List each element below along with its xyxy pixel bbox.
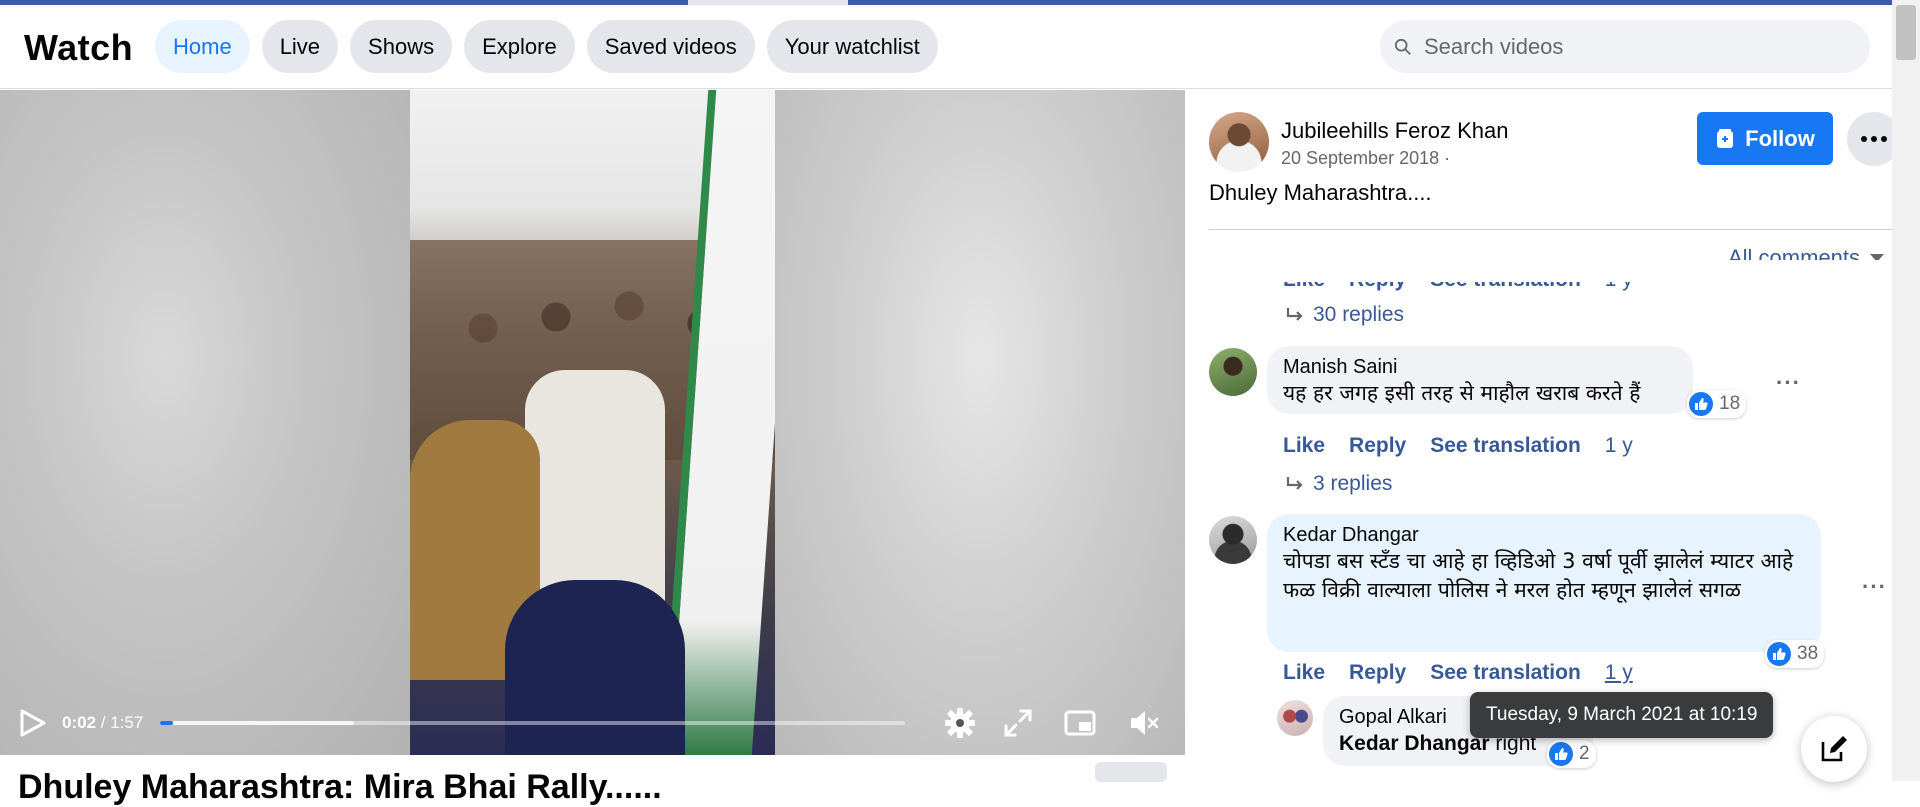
replies-link[interactable]: 30 replies — [1285, 303, 1404, 327]
replies-count: 3 replies — [1313, 472, 1393, 495]
search-box[interactable] — [1380, 20, 1870, 73]
follow-page-icon — [1717, 128, 1734, 148]
reply-link[interactable]: Reply — [1349, 661, 1406, 685]
settings-icon[interactable] — [944, 707, 976, 739]
more-options-button[interactable] — [1847, 112, 1892, 166]
timestamp-tooltip: Tuesday, 9 March 2021 at 10:19 — [1470, 692, 1774, 738]
author-name[interactable]: Jubileehills Feroz Khan — [1281, 118, 1508, 144]
comment-options-icon[interactable]: ··· — [1776, 370, 1801, 396]
replies-link[interactable]: 3 replies — [1285, 472, 1392, 496]
follow-label: Follow — [1745, 125, 1815, 151]
tab-live[interactable]: Live — [261, 20, 339, 73]
comment-actions: Like Reply See translation 1 y — [1283, 434, 1633, 458]
compose-icon — [1821, 736, 1847, 762]
scrollbar[interactable] — [1892, 0, 1920, 781]
play-icon[interactable] — [20, 709, 46, 737]
fullscreen-icon[interactable] — [1002, 707, 1034, 739]
reaction-count[interactable]: 18 — [1687, 390, 1747, 418]
search-input[interactable] — [1424, 33, 1844, 60]
reply-arrow-icon — [1286, 308, 1303, 321]
commenter-name[interactable]: Manish Saini — [1283, 356, 1677, 379]
post-date[interactable]: 20 September 2018 · — [1281, 148, 1450, 169]
video-player[interactable] — [0, 90, 1185, 755]
divider — [1209, 229, 1892, 230]
video-time: 0:02 / 1:57 — [62, 713, 143, 733]
tab-your-watchlist[interactable]: Your watchlist — [766, 20, 938, 73]
replies-count: 30 replies — [1313, 303, 1405, 326]
more-icon — [1861, 136, 1887, 142]
tab-home[interactable]: Home — [155, 20, 250, 73]
reply-link[interactable]: Reply — [1349, 434, 1406, 458]
comment-text: यह हर जगह इसी तरह से माहौल खराब करते हैं — [1283, 381, 1641, 405]
see-translation-link[interactable]: See translation — [1430, 661, 1581, 685]
like-reaction-icon — [1767, 642, 1791, 666]
commenter-avatar[interactable] — [1209, 516, 1257, 564]
video-title-action[interactable] — [1095, 762, 1167, 782]
seek-bar[interactable] — [160, 721, 905, 725]
like-reaction-icon — [1689, 392, 1713, 416]
comments-panel: Jubileehills Feroz Khan 20 September 201… — [1185, 90, 1892, 781]
reaction-number: 38 — [1797, 643, 1819, 664]
comment-text: चोपडा बस स्टँड चा आहे हा व्हिडिओ 3 वर्षा… — [1283, 549, 1794, 602]
new-message-button[interactable] — [1801, 716, 1867, 782]
reaction-number: 2 — [1579, 743, 1590, 764]
commenter-avatar[interactable] — [1277, 700, 1313, 736]
current-time: 0:02 — [62, 713, 97, 732]
reaction-count[interactable]: 38 — [1765, 640, 1825, 668]
scrollbar-thumb[interactable] — [1896, 5, 1916, 60]
commenter-name[interactable]: Kedar Dhangar — [1283, 524, 1805, 547]
author-avatar[interactable] — [1209, 112, 1269, 172]
picture-in-picture-icon[interactable] — [1064, 707, 1096, 739]
video-blur-right — [775, 90, 1185, 755]
seek-buffer — [160, 721, 354, 725]
search-icon — [1394, 38, 1411, 55]
video-frame — [410, 90, 775, 755]
comment-time[interactable]: 1 y — [1605, 434, 1633, 458]
duration: 1:57 — [110, 713, 144, 732]
comment-time[interactable]: 1 y — [1605, 661, 1633, 685]
reply-arrow-icon — [1286, 477, 1303, 490]
watch-title: Watch — [24, 27, 134, 68]
tab-explore[interactable]: Explore — [464, 20, 575, 73]
commenter-avatar[interactable] — [1209, 348, 1257, 396]
see-translation-link[interactable]: See translation — [1430, 434, 1581, 458]
follow-button[interactable]: Follow — [1697, 112, 1833, 165]
panel-fade — [1185, 260, 1892, 282]
video-controls: 0:02 / 1:57 — [0, 695, 1185, 751]
like-link[interactable]: Like — [1283, 661, 1325, 685]
video-title: Dhuley Maharashtra: Mira Bhai Rally.....… — [18, 768, 662, 806]
mention-link[interactable]: Kedar Dhangar — [1339, 732, 1490, 755]
tab-shows[interactable]: Shows — [350, 20, 453, 73]
time-separator: / — [96, 713, 111, 732]
post-caption: Dhuley Maharashtra.... — [1209, 180, 1432, 205]
comment-bubble: Manish Saini यह हर जगह इसी तरह से माहौल … — [1267, 346, 1693, 414]
comment-options-icon[interactable]: ··· — [1862, 574, 1887, 600]
comment-actions: Like Reply See translation 1 y — [1283, 661, 1633, 685]
reaction-number: 18 — [1719, 393, 1741, 414]
comment-bubble: Kedar Dhangar चोपडा बस स्टँड चा आहे हा व… — [1267, 514, 1821, 652]
watch-header: Watch Home Live Shows Explore Saved vide… — [0, 5, 1892, 89]
reaction-count[interactable]: 2 — [1547, 740, 1596, 768]
watch-tabs: Home Live Shows Explore Saved videos You… — [155, 20, 938, 73]
like-link[interactable]: Like — [1283, 434, 1325, 458]
tab-saved-videos[interactable]: Saved videos — [586, 20, 755, 73]
seek-progress — [160, 721, 173, 725]
video-blur-left — [0, 90, 410, 755]
like-reaction-icon — [1549, 742, 1573, 766]
mute-icon[interactable] — [1128, 707, 1160, 739]
